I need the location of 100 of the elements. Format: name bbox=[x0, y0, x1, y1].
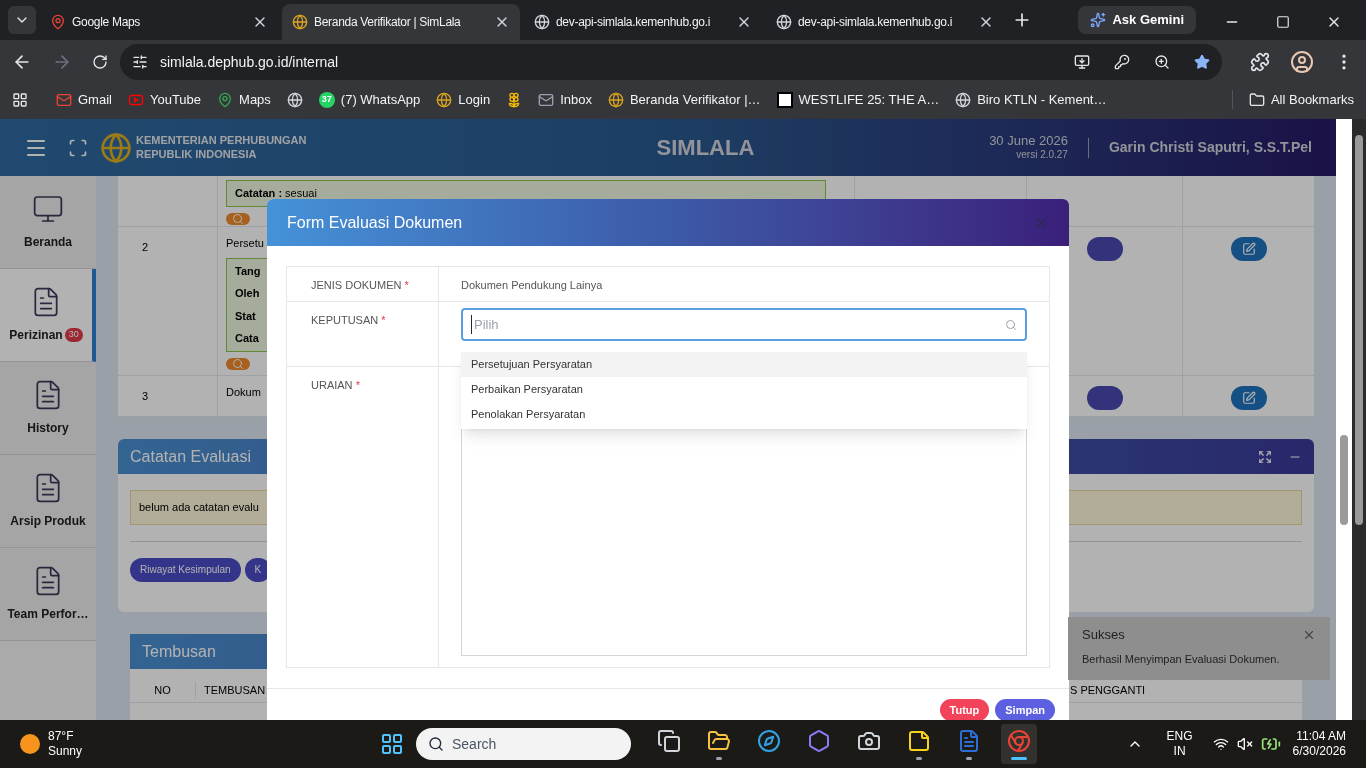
map-pin-icon bbox=[50, 14, 66, 30]
alert-text: belum ada catatan evalu bbox=[139, 501, 259, 513]
edit-icon bbox=[1241, 391, 1256, 405]
bookmark[interactable]: YouTube bbox=[127, 89, 202, 110]
sparkle-icon bbox=[1090, 12, 1107, 28]
mail-icon bbox=[538, 91, 555, 108]
edit-button[interactable] bbox=[1230, 237, 1267, 261]
globe-icon bbox=[776, 14, 792, 30]
row-number: 2 bbox=[142, 241, 149, 253]
tab-title: Google Maps bbox=[72, 14, 142, 31]
edit-button[interactable] bbox=[1230, 386, 1267, 410]
install-icon[interactable] bbox=[1074, 54, 1090, 70]
sidebar-label: Arsip Produk bbox=[10, 513, 86, 530]
gemini-button[interactable]: Ask Gemini bbox=[1078, 6, 1196, 34]
language-text: ENG bbox=[1166, 729, 1193, 744]
apps-icon[interactable] bbox=[12, 91, 28, 108]
site-info-icon[interactable] bbox=[132, 54, 148, 70]
bookmark-star-icon[interactable] bbox=[1194, 54, 1210, 70]
extensions-icon[interactable] bbox=[1250, 52, 1270, 72]
save-button[interactable]: Simpan bbox=[995, 699, 1055, 720]
bookmark[interactable]: Login bbox=[436, 89, 491, 110]
tab-title: Beranda Verifikator | SimLala bbox=[314, 14, 462, 31]
field-label: JENIS DOKUMEN * bbox=[311, 279, 409, 291]
dropdown-option[interactable]: Persetujuan Persyaratan bbox=[461, 352, 1027, 377]
scrollbar[interactable] bbox=[1352, 119, 1366, 720]
sidebar-item[interactable]: History bbox=[0, 362, 96, 455]
wifi-icon[interactable] bbox=[1212, 736, 1229, 752]
browser-icon[interactable] bbox=[757, 728, 781, 753]
fullscreen-icon[interactable] bbox=[68, 137, 88, 158]
maximize-icon[interactable] bbox=[1276, 15, 1290, 29]
chrome-icon[interactable] bbox=[1007, 728, 1031, 753]
globe-icon bbox=[292, 14, 308, 30]
column-header: NO bbox=[130, 682, 196, 699]
key-icon[interactable] bbox=[1114, 54, 1130, 70]
history-button[interactable]: Riwayat Kesimpulan bbox=[130, 557, 241, 582]
field-value: Dokumen Pendukung Lainya bbox=[461, 279, 603, 291]
sticky-note-icon[interactable] bbox=[907, 728, 931, 753]
sidebar-item[interactable]: Arsip Produk bbox=[0, 455, 96, 548]
folder-icon[interactable] bbox=[707, 728, 731, 753]
action-button[interactable] bbox=[1086, 237, 1123, 261]
note-line: Cata bbox=[235, 331, 259, 346]
tab-title: dev-api-simlala.kemenhub.go.i bbox=[556, 14, 712, 31]
search-icon bbox=[428, 736, 444, 752]
weather-text: Sunny bbox=[48, 744, 83, 759]
reload-icon[interactable] bbox=[92, 54, 108, 70]
globe-icon bbox=[436, 91, 453, 108]
bookmark[interactable]: 37 (7) WhatsApp bbox=[318, 89, 421, 110]
profile-avatar[interactable] bbox=[1290, 50, 1314, 74]
dialog-title: Form Evaluasi Dokumen bbox=[287, 212, 464, 233]
search-field[interactable]: Search bbox=[416, 728, 631, 760]
card-title: Catatan Evaluasi bbox=[130, 446, 252, 467]
bookmark[interactable]: Inbox bbox=[538, 89, 592, 110]
sidebar-label: Beranda bbox=[24, 234, 72, 251]
hexagon-icon[interactable] bbox=[807, 728, 831, 753]
browser-tab[interactable]: Beranda Verifikator | SimLala bbox=[282, 4, 520, 40]
bookmark[interactable]: Beranda Verifikator |… bbox=[607, 89, 761, 110]
field-label: KEPUTUSAN * bbox=[311, 314, 386, 326]
globe-icon bbox=[955, 91, 972, 108]
action-button[interactable] bbox=[1086, 386, 1123, 410]
column-header: TEMBUSAN bbox=[203, 683, 267, 698]
bookmark[interactable]: Gmail bbox=[56, 89, 112, 110]
sidebar-label: History bbox=[27, 420, 69, 437]
zoom-icon[interactable] bbox=[1154, 54, 1170, 70]
ministry-name: KEMENTERIAN PERHUBUNGAN bbox=[136, 133, 307, 148]
mute-icon[interactable] bbox=[1236, 736, 1253, 752]
sidebar-item[interactable]: Perizinan 30 bbox=[0, 269, 96, 362]
temperature: 87°F bbox=[48, 729, 75, 744]
globe-icon bbox=[534, 14, 550, 30]
sidebar-label: Perizinan bbox=[9, 327, 63, 344]
app-title: SIMLALA bbox=[656, 134, 755, 162]
all-bookmarks[interactable]: All Bookmarks bbox=[1231, 89, 1354, 110]
tab-list-button[interactable] bbox=[8, 6, 36, 34]
bookmark[interactable]: Maps bbox=[217, 89, 271, 110]
search-icon bbox=[232, 212, 244, 225]
edit-icon bbox=[1241, 242, 1256, 256]
dropdown-option[interactable]: Penolakan Persyaratan bbox=[461, 402, 1027, 427]
close-button[interactable]: Tutup bbox=[939, 699, 990, 720]
expand-icon[interactable] bbox=[1258, 449, 1272, 464]
language-text: IN bbox=[1173, 744, 1186, 759]
sidebar-label: Team Perfor… bbox=[7, 606, 89, 623]
browser-tab[interactable]: dev-api-simlala.kemenhub.go.i bbox=[524, 4, 762, 40]
bookmark[interactable]: WESTLIFE 25: THE A… bbox=[776, 89, 940, 110]
browser-tab[interactable]: Google Maps bbox=[40, 4, 278, 40]
browser-tab[interactable]: dev-api-simlala.kemenhub.go.i bbox=[766, 4, 1004, 40]
row-number: 3 bbox=[142, 390, 149, 402]
sidebar-item[interactable]: Team Perfor… bbox=[0, 548, 96, 641]
bookmark[interactable] bbox=[286, 91, 303, 108]
windows-icon[interactable] bbox=[657, 728, 681, 753]
dropdown-option[interactable]: Perbaikan Persyaratan bbox=[461, 377, 1027, 402]
start-icon[interactable] bbox=[380, 732, 404, 756]
bookmark[interactable]: Biro KTLN - Kement… bbox=[955, 89, 1107, 110]
sidebar-item[interactable]: Beranda bbox=[0, 176, 96, 269]
toast-title: Sukses bbox=[1082, 626, 1126, 644]
folder-icon bbox=[1248, 91, 1265, 108]
field-label: URAIAN * bbox=[311, 379, 360, 391]
monitor-icon bbox=[32, 193, 64, 225]
address-bar[interactable]: simlala.dephub.go.id/internal bbox=[120, 44, 1222, 80]
map-pin-icon bbox=[217, 91, 234, 108]
document-icon[interactable] bbox=[957, 728, 981, 753]
url-text: simlala.dephub.go.id/internal bbox=[160, 52, 340, 72]
